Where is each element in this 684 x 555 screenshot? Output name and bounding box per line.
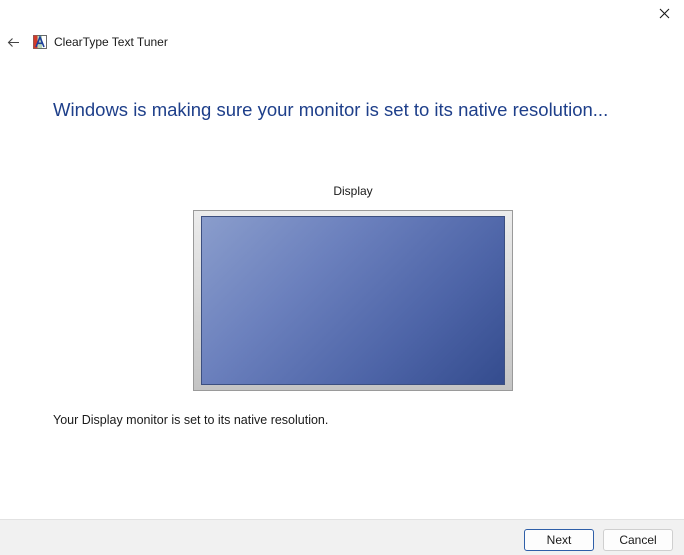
cleartype-window: ClearType Text Tuner Windows is making s…	[0, 0, 684, 555]
display-label: Display	[333, 184, 373, 198]
monitor-illustration	[193, 210, 513, 391]
cancel-button[interactable]: Cancel	[603, 529, 673, 551]
back-button[interactable]	[2, 31, 24, 53]
page-heading: Windows is making sure your monitor is s…	[53, 99, 609, 120]
cleartype-icon	[33, 35, 47, 49]
next-button[interactable]: Next	[524, 529, 594, 551]
close-icon	[659, 8, 669, 18]
back-arrow-icon	[7, 37, 19, 47]
close-button[interactable]	[644, 0, 684, 26]
footer-bar: Next Cancel	[0, 519, 684, 555]
status-text: Your Display monitor is set to its nativ…	[53, 413, 329, 427]
window-title: ClearType Text Tuner	[54, 35, 168, 49]
monitor-screen	[201, 216, 505, 385]
title-bar: ClearType Text Tuner	[0, 30, 168, 54]
